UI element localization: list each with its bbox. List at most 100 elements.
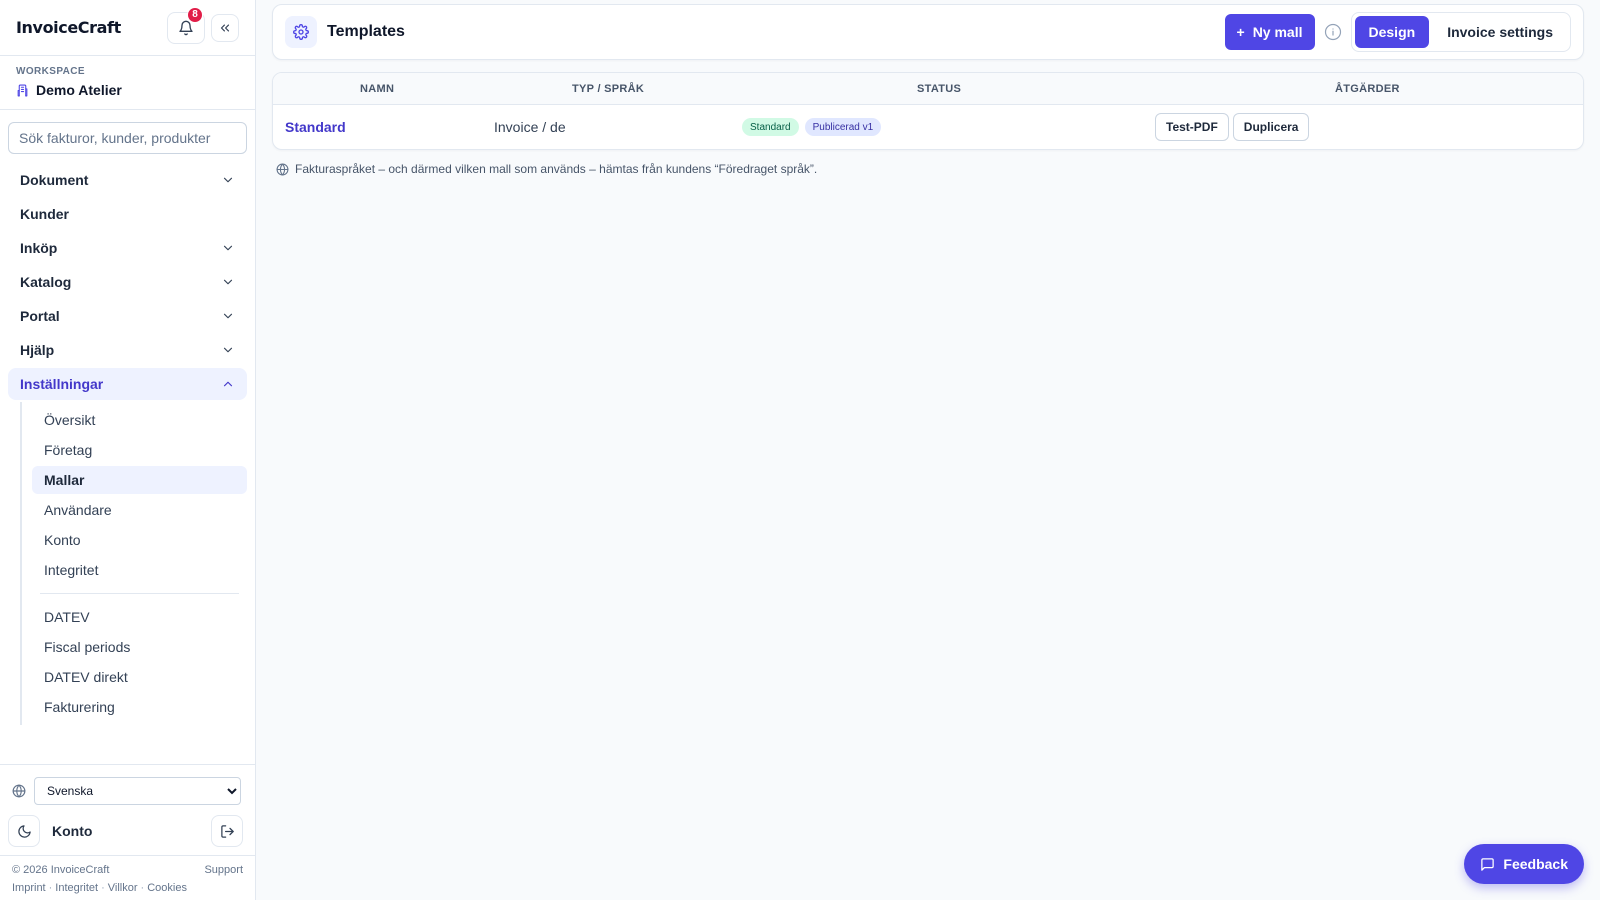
template-status: Standard Publicerad v1 (742, 105, 887, 149)
subnav-item-oversikt[interactable]: Översikt (32, 406, 247, 434)
nav-item-katalog[interactable]: Katalog (8, 266, 247, 298)
brand-logo: InvoiceCraft (16, 18, 121, 37)
nav-item-hjalp[interactable]: Hjälp (8, 334, 247, 366)
theme-toggle-button[interactable] (8, 815, 40, 847)
templates-table: NAMN TYP / SPRÅK STATUS ÅTGÄRDER Standar… (272, 72, 1584, 150)
test-pdf-button[interactable]: Test-PDF (1155, 113, 1229, 141)
column-header-actions: ÅTGÄRDER (1335, 83, 1400, 95)
search-wrap (0, 110, 255, 162)
page-title: Templates (327, 23, 405, 40)
feedback-button[interactable]: Feedback (1464, 844, 1584, 884)
nav-item-label: Katalog (20, 274, 72, 290)
logout-icon (220, 824, 234, 838)
table-header: NAMN TYP / SPRÅK STATUS ÅTGÄRDER (273, 73, 1583, 105)
chevron-down-icon (223, 245, 233, 251)
settings-subnav: Översikt Företag Mallar Användare Konto … (20, 402, 247, 725)
globe-icon (12, 784, 26, 798)
workspace-name: Demo Atelier (36, 82, 122, 98)
status-badge-standard: Standard (742, 118, 799, 136)
brand-row: InvoiceCraft 8 (0, 0, 255, 56)
tab-design[interactable]: Design (1354, 16, 1430, 48)
page-header: Templates + Ny mall Design Invoice setti… (272, 4, 1584, 60)
main-nav: Dokument Kunder Inköp Katalog Portal Hjä… (0, 164, 255, 725)
plus-icon: + (1236, 24, 1245, 40)
cookies-link[interactable]: Cookies (147, 882, 187, 894)
sidebar-footer: © 2026 InvoiceCraft Support Imprint · Inte… (0, 856, 255, 900)
chevron-down-icon (223, 347, 233, 353)
copyright-text: © 2026 InvoiceCraft (12, 864, 110, 876)
tab-invoice-settings[interactable]: Invoice settings (1433, 16, 1567, 48)
template-name-link[interactable]: Standard (285, 105, 346, 149)
nav-item-label: Dokument (20, 172, 89, 188)
chevrons-left-icon (220, 24, 230, 31)
chevron-down-icon (223, 279, 233, 285)
nav-item-label: Inköp (20, 240, 58, 256)
template-actions: Test-PDF Duplicera (1155, 105, 1313, 149)
page-icon-box (285, 16, 317, 48)
nav-item-label: Hjälp (20, 342, 55, 358)
subnav-item-datev-direkt[interactable]: DATEV direkt (32, 663, 247, 691)
column-header-status: STATUS (917, 83, 962, 95)
subnav-item-integritet[interactable]: Integritet (32, 556, 247, 584)
nav-item-dokument[interactable]: Dokument (8, 164, 247, 196)
footer-row: © 2026 InvoiceCraft Support (12, 864, 243, 876)
villkor-link[interactable]: Villkor (108, 882, 138, 894)
template-type-language: Invoice / de (494, 119, 566, 135)
new-template-label: Ny mall (1252, 24, 1303, 40)
workspace-info: WORKSPACE Demo Atelier (0, 56, 255, 110)
duplicate-button[interactable]: Duplicera (1232, 113, 1310, 141)
subnav-item-anvandare[interactable]: Användare (32, 496, 247, 524)
nav-item-installningar[interactable]: Inställningar (8, 368, 247, 400)
subnav-divider (40, 593, 239, 594)
logout-button[interactable] (211, 815, 243, 847)
footer-links: Imprint · Integritet · Villkor · Cookies (12, 882, 243, 894)
table-row: Standard Invoice / de Standard Publicera… (273, 105, 1583, 149)
footer-separator: · (101, 882, 105, 894)
moon-icon (17, 824, 31, 838)
imprint-link[interactable]: Imprint (12, 882, 46, 894)
chevron-down-icon (223, 313, 233, 319)
main-content: Templates + Ny mall Design Invoice setti… (272, 4, 1584, 176)
new-template-button[interactable]: + Ny mall (1224, 14, 1315, 50)
language-row: Svenska (0, 765, 255, 809)
nav-item-kunder[interactable]: Kunder (8, 198, 247, 230)
notifications-button[interactable]: 8 (167, 6, 205, 44)
globe-icon (276, 163, 289, 175)
footer-separator: · (140, 882, 145, 894)
subnav-item-foretag[interactable]: Företag (32, 436, 247, 464)
sidebar: InvoiceCraft 8 WORKSPACE Demo Atelier Do… (0, 0, 256, 900)
feedback-label: Feedback (1503, 856, 1568, 872)
workspace-label: WORKSPACE (16, 66, 85, 77)
account-row: Konto (0, 809, 255, 856)
info-button[interactable] (1323, 22, 1343, 42)
chevron-down-icon (223, 177, 233, 183)
workspace-name-row: Demo Atelier (16, 82, 239, 98)
language-note-text: Fakturaspråket – och därmed vilken mall … (295, 162, 818, 176)
nav-item-label: Portal (20, 308, 60, 324)
building-icon (17, 84, 28, 96)
account-label[interactable]: Konto (52, 823, 199, 839)
language-note: Fakturaspråket – och därmed vilken mall … (272, 162, 1584, 176)
nav-item-label: Inställningar (20, 376, 104, 392)
subnav-item-fiscal-periods[interactable]: Fiscal periods (32, 633, 247, 661)
subnav-item-mallar[interactable]: Mallar (32, 466, 247, 494)
collapse-sidebar-button[interactable] (211, 13, 239, 42)
integritet-link[interactable]: Integritet (55, 882, 98, 894)
subnav-item-fakturering[interactable]: Fakturering (32, 693, 247, 721)
nav-item-portal[interactable]: Portal (8, 300, 247, 332)
language-select[interactable]: Svenska (34, 777, 241, 805)
search-input[interactable] (8, 122, 247, 154)
info-icon (1324, 23, 1341, 41)
message-icon (1481, 857, 1495, 871)
chevron-up-icon (223, 381, 233, 387)
notification-count-badge: 8 (187, 6, 203, 23)
sidebar-bottom: Svenska Konto © 2026 InvoiceCraft Suppor… (0, 764, 255, 900)
view-toggle: Design Invoice settings (1350, 12, 1571, 52)
support-link[interactable]: Support (204, 864, 243, 876)
column-header-name: NAMN (360, 83, 395, 95)
footer-separator: · (48, 882, 53, 894)
nav-item-inkop[interactable]: Inköp (8, 232, 247, 264)
gear-icon (293, 24, 309, 40)
subnav-item-konto[interactable]: Konto (32, 526, 247, 554)
subnav-item-datev[interactable]: DATEV (32, 603, 247, 631)
